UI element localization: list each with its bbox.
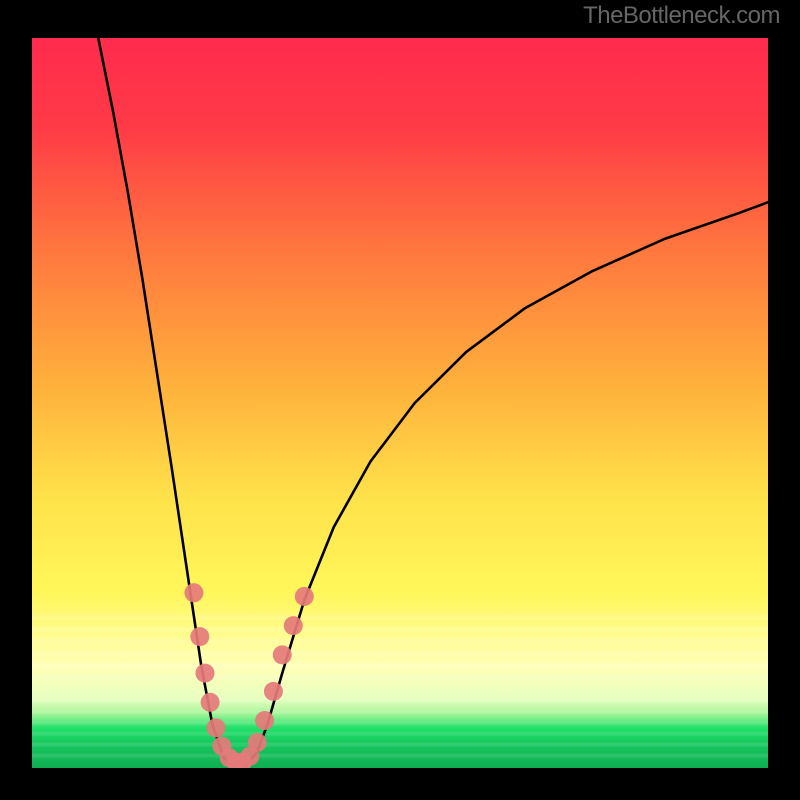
plot-area (32, 38, 768, 768)
chart-svg (32, 38, 768, 768)
attribution-text: TheBottleneck.com (583, 2, 780, 30)
chart-container: TheBottleneck.com (0, 0, 800, 800)
